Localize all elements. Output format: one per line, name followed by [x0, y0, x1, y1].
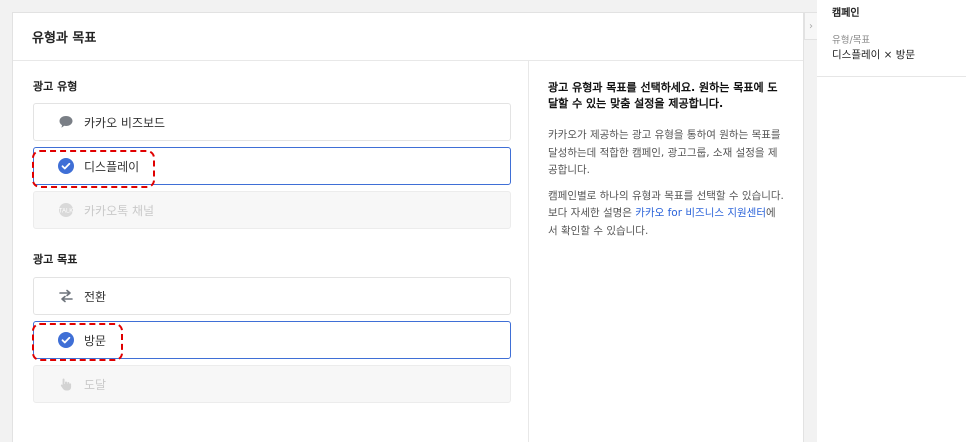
ad-goal-title: 광고 목표	[33, 253, 78, 266]
ad-type-option-bizboard[interactable]: 카카오 비즈보드	[33, 103, 511, 141]
type-goal-card: 유형과 목표 광고 유형 카카오 비즈보드 디스플레이 TALK 카카오톡 채널…	[12, 12, 804, 442]
ad-type-option-kakaotalk-channel: TALK 카카오톡 채널	[33, 191, 511, 229]
svg-text:TALK: TALK	[59, 209, 74, 215]
ad-goal-option-conversion[interactable]: 전환	[33, 277, 511, 315]
description-column: 광고 유형과 목표를 선택하세요. 원하는 목표에 도달할 수 있는 맞춤 설정…	[530, 61, 803, 442]
option-label: 도달	[84, 377, 107, 392]
highlight-display	[32, 150, 155, 188]
support-center-link[interactable]: 카카오 for 비즈니스 지원센터	[635, 207, 766, 219]
speech-bubble-icon	[58, 114, 74, 130]
description-paragraph-1: 카카오가 제공하는 광고 유형을 통하여 원하는 목표를 달성하는데 적합한 캠…	[548, 129, 781, 176]
option-label: 카카오톡 채널	[84, 203, 155, 218]
options-column: 광고 유형 카카오 비즈보드 디스플레이 TALK 카카오톡 채널 광고 목표 …	[13, 61, 529, 442]
chevron-right-icon[interactable]: ›	[804, 12, 817, 40]
sidebar-label: 유형/목표	[832, 35, 871, 46]
sidebar-title: 캠페인	[832, 8, 860, 19]
ad-goal-option-reach: 도달	[33, 365, 511, 403]
option-label: 전환	[84, 289, 107, 304]
ad-type-title: 광고 유형	[33, 80, 78, 93]
description-paragraph-2: 캠페인별로 하나의 유형과 목표를 선택할 수 있습니다. 보다 자세한 설명은…	[548, 188, 785, 241]
summary-sidebar: › 캠페인 유형/목표 디스플레이 × 방문	[804, 0, 966, 442]
description-heading: 광고 유형과 목표를 선택하세요. 원하는 목표에 도달할 수 있는 맞춤 설정…	[548, 81, 778, 110]
highlight-visit	[32, 323, 123, 361]
sidebar-value: 디스플레이 × 방문	[832, 49, 916, 61]
hand-pointer-icon	[58, 376, 74, 392]
swap-arrows-icon	[58, 288, 74, 304]
card-title: 유형과 목표	[13, 13, 803, 61]
description-line-a: 캠페인별로 하나의 유형과 목표를 선택할 수 있습니다.	[548, 189, 784, 202]
sidebar-divider	[817, 76, 966, 77]
option-label: 카카오 비즈보드	[84, 115, 166, 130]
talk-channel-icon: TALK	[58, 202, 74, 218]
description-line-b: 보다 자세한 설명은	[548, 207, 636, 219]
